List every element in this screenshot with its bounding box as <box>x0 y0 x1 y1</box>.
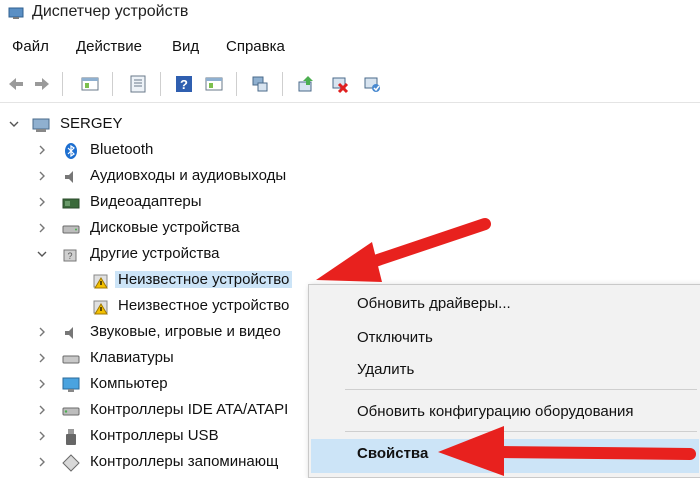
chevron-right-icon[interactable] <box>36 196 48 208</box>
panel-view-icon[interactable] <box>204 74 224 94</box>
chevron-down-icon[interactable] <box>8 118 20 130</box>
warning-icon <box>93 300 108 315</box>
menu-item-scan-hardware[interactable]: Обновить конфигурацию оборудования <box>357 403 634 420</box>
tree-item-label: Неизвестное устройство <box>115 271 293 288</box>
toolbar-separator <box>112 72 113 96</box>
chevron-right-icon[interactable] <box>36 378 48 390</box>
other-devices-icon: ? <box>63 249 77 262</box>
annotation-arrow-icon <box>316 218 491 282</box>
window-view-icon[interactable] <box>80 74 100 94</box>
toolbar-separator <box>236 72 237 96</box>
tree-item-label: Звуковые, игровые и видео <box>90 323 281 340</box>
menu-bar: Файл Действие Вид Справка <box>0 36 700 60</box>
menu-view[interactable]: Вид <box>172 38 199 55</box>
menu-file[interactable]: Файл <box>12 38 49 55</box>
chevron-right-icon[interactable] <box>36 222 48 234</box>
annotation-arrow-icon <box>438 426 696 476</box>
menu-item-disable[interactable]: Отключить <box>357 329 433 346</box>
monitor-icon <box>62 377 80 392</box>
warning-icon <box>93 274 108 289</box>
tree-item-label: Контроллеры IDE ATA/ATAPI <box>90 401 289 418</box>
help-icon[interactable]: ? <box>174 74 194 94</box>
toolbar-separator <box>160 72 161 96</box>
storage-controller-icon <box>62 454 80 472</box>
bluetooth-icon <box>65 143 77 159</box>
device-manager-icon <box>8 7 24 19</box>
menu-separator <box>345 389 697 390</box>
toolbar-separator <box>282 72 283 96</box>
usb-icon <box>66 429 76 445</box>
chevron-right-icon[interactable] <box>36 456 48 468</box>
tree-root[interactable]: SERGEY <box>0 112 700 138</box>
menu-item-properties[interactable]: Свойства <box>357 445 428 462</box>
update-driver-icon[interactable] <box>296 74 316 94</box>
uninstall-device-icon[interactable] <box>330 74 350 94</box>
title-bar: Диспетчер устройств <box>0 0 700 28</box>
tree-item-label: Клавиатуры <box>90 349 174 366</box>
chevron-right-icon[interactable] <box>36 430 48 442</box>
tree-item-label: Дисковые устройства <box>90 219 240 236</box>
properties-icon[interactable] <box>128 74 148 94</box>
display-adapter-icon <box>62 198 80 209</box>
chevron-right-icon[interactable] <box>36 404 48 416</box>
tree-item-bluetooth[interactable]: Bluetooth <box>0 138 700 164</box>
chevron-right-icon[interactable] <box>36 170 48 182</box>
chevron-right-icon[interactable] <box>36 326 48 338</box>
tree-item-label: Контроллеры USB <box>90 427 219 444</box>
tree-item-label: Аудиовходы и аудиовыходы <box>90 167 287 184</box>
tree-root-label: SERGEY <box>60 115 123 132</box>
svg-text:?: ? <box>180 77 188 92</box>
enable-device-icon[interactable] <box>362 74 382 94</box>
chevron-right-icon[interactable] <box>36 352 48 364</box>
menu-help[interactable]: Справка <box>226 38 285 55</box>
scan-hardware-icon[interactable] <box>250 74 270 94</box>
tree-item-label: Контроллеры запоминающ <box>90 453 279 470</box>
svg-text:?: ? <box>67 251 72 261</box>
chevron-right-icon[interactable] <box>36 144 48 156</box>
menu-action[interactable]: Действие <box>76 38 142 55</box>
tree-item-label: Другие устройства <box>90 245 220 262</box>
tree-item-label: Bluetooth <box>90 141 154 158</box>
ide-controller-icon <box>62 407 80 416</box>
window-title: Диспетчер устройств <box>32 3 189 20</box>
menu-item-uninstall[interactable]: Удалить <box>357 361 414 378</box>
tree-item-label: Компьютер <box>90 375 168 392</box>
back-arrow-icon[interactable] <box>6 74 26 94</box>
tree-item-audio-io[interactable]: Аудиовходы и аудиовыходы <box>0 164 700 190</box>
toolbar: ? <box>0 66 700 103</box>
computer-icon <box>32 118 50 132</box>
toolbar-separator <box>62 72 63 96</box>
keyboard-icon <box>62 355 80 364</box>
tree-item-label: Неизвестное устройство <box>118 297 290 314</box>
speaker-icon <box>65 171 73 183</box>
disk-drive-icon <box>62 225 80 234</box>
speaker-icon <box>65 327 73 339</box>
forward-arrow-icon[interactable] <box>32 74 52 94</box>
tree-item-label: Видеоадаптеры <box>90 193 202 210</box>
chevron-down-icon[interactable] <box>36 248 48 260</box>
